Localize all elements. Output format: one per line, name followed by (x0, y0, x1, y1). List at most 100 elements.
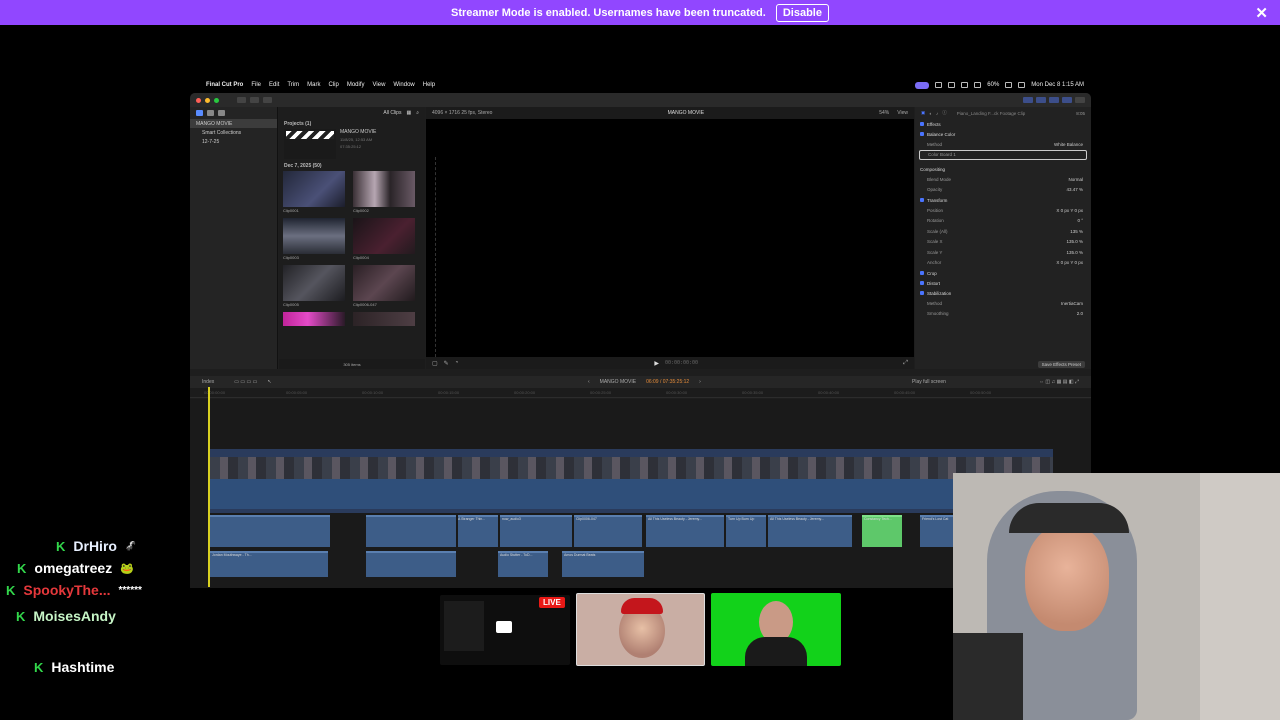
battery-percent[interactable]: 60% (987, 82, 999, 88)
menu-edit[interactable]: Edit (269, 82, 279, 88)
clip-item[interactable]: Clip0003 (283, 218, 345, 262)
clip-filter-dropdown[interactable]: All Clips (383, 110, 401, 116)
clip-item[interactable]: Clip0005 (283, 265, 345, 309)
clip-item[interactable]: Clip0002 (353, 171, 415, 215)
export-button[interactable] (1075, 97, 1085, 103)
photos-icon[interactable] (207, 110, 214, 116)
wifi-icon[interactable] (974, 82, 982, 88)
effects-section[interactable]: Effects (915, 119, 1091, 129)
share-button[interactable] (1023, 97, 1033, 103)
menu-modify[interactable]: Modify (347, 82, 365, 88)
library-toggle-button[interactable] (1036, 97, 1046, 103)
speed-tool-icon[interactable]: ◔ (455, 360, 459, 366)
enhance-tool-icon[interactable]: ✎ (444, 360, 449, 367)
row-value[interactable]: 2.0 (1077, 311, 1083, 316)
menu-mark[interactable]: Mark (307, 82, 320, 88)
status-icon[interactable] (948, 82, 956, 88)
info-inspector-icon[interactable]: ⓘ (942, 110, 947, 116)
clip-item[interactable]: Clip0001 (283, 171, 345, 215)
row-value[interactable]: X 0 px Y 0 px (1056, 260, 1083, 265)
distort-section[interactable]: Distort (915, 278, 1091, 288)
checkbox-icon[interactable] (920, 281, 924, 285)
zoom-window-button[interactable] (214, 97, 219, 103)
position-row[interactable]: Position X 0 px Y 0 px (915, 205, 1091, 216)
timeline-ruler[interactable]: 00:00:00:00 00:00:05:00 00:00:10:00 00:0… (190, 388, 1091, 398)
compositing-section[interactable]: Compositing (915, 164, 1091, 174)
arrow-tool-icon[interactable]: ↖ (267, 379, 271, 385)
inspector-toggle-button[interactable] (1062, 97, 1072, 103)
audio-inspector-icon[interactable]: ♪ (936, 111, 938, 116)
checkbox-icon[interactable] (920, 198, 924, 202)
checkbox-icon[interactable] (920, 271, 924, 275)
connected-clip[interactable] (366, 515, 456, 547)
menu-help[interactable]: Help (423, 82, 435, 88)
row-value[interactable]: InertiaCam (1061, 301, 1083, 306)
background-tasks-button[interactable] (263, 97, 272, 103)
edit-tools-icon[interactable]: ▭ ▭ ▭ ▭ (234, 379, 257, 385)
menubar-clock[interactable]: Mon Dec 8 1:15 AM (1031, 82, 1084, 88)
connected-clip[interactable] (210, 515, 330, 547)
video-canvas[interactable] (426, 119, 914, 357)
row-value[interactable]: 135.0 % (1066, 239, 1083, 244)
video-inspector-icon[interactable]: ▣ (921, 110, 925, 116)
color-board-row[interactable]: Color Board 1 (919, 149, 1087, 160)
disable-button[interactable]: Disable (775, 3, 829, 22)
index-button[interactable]: Index (202, 379, 214, 385)
menu-trim[interactable]: Trim (287, 82, 299, 88)
balance-color-section[interactable]: Balance Color (915, 129, 1091, 139)
search-icon[interactable]: ⌕ (416, 110, 419, 116)
method-row[interactable]: Method White Balance (915, 139, 1091, 150)
fullscreen-icon[interactable]: ⤢ (903, 360, 908, 367)
control-center-icon[interactable] (1018, 82, 1026, 88)
video-filmstrip[interactable] (210, 457, 1053, 479)
crop-section[interactable]: Crop (915, 268, 1091, 278)
timeline-toggle-button[interactable] (1049, 97, 1059, 103)
project-item[interactable]: MANGO MOVIE 11/8/25, 12:53 AM 07:35:25:1… (279, 129, 425, 161)
event-header[interactable]: Dec 7, 2025 (50) (279, 161, 425, 171)
menu-window[interactable]: Window (393, 82, 414, 88)
smoothing-row[interactable]: Smoothing 2.0 (915, 309, 1091, 320)
menu-view[interactable]: View (373, 82, 386, 88)
playhead[interactable] (208, 387, 210, 587)
primary-storyline[interactable] (210, 449, 1053, 513)
audio-waveform[interactable] (210, 479, 1053, 509)
color-inspector-icon[interactable]: ◐ (929, 111, 932, 116)
clip-item[interactable] (283, 312, 345, 356)
play-icon[interactable]: ▶ (654, 360, 659, 367)
row-value[interactable]: Normal (1068, 177, 1083, 182)
clip-item[interactable]: Clip0004 (353, 218, 415, 262)
menu-clip[interactable]: Clip (328, 82, 338, 88)
close-window-button[interactable] (196, 97, 201, 103)
library-item[interactable]: 12-7-25 (190, 137, 277, 146)
anchor-row[interactable]: Anchor X 0 px Y 0 px (915, 258, 1091, 269)
status-icon[interactable] (961, 82, 969, 88)
library-item[interactable]: Smart Collections (190, 128, 277, 137)
row-value[interactable]: 0 ° (1077, 218, 1083, 223)
row-value[interactable]: White Balance (1054, 142, 1083, 147)
view-options-icon[interactable]: ▦ (406, 110, 411, 116)
library-icon[interactable] (196, 110, 203, 116)
row-value[interactable]: X 0 px Y 0 px (1056, 208, 1083, 213)
projects-header[interactable]: Projects (1) (279, 119, 425, 129)
menu-file[interactable]: File (251, 82, 261, 88)
scale-x-row[interactable]: Scale X 135.0 % (915, 237, 1091, 248)
status-icon[interactable] (935, 82, 943, 88)
stabilization-method-row[interactable]: Method InertiaCam (915, 298, 1091, 309)
back-icon[interactable]: ‹ (588, 379, 590, 385)
transform-section[interactable]: Transform (915, 195, 1091, 205)
zoom-dropdown[interactable]: 54% (879, 110, 889, 116)
scale-all-row[interactable]: Scale (All) 135 % (915, 226, 1091, 237)
clip-item[interactable]: Clip0006-047 (353, 265, 415, 309)
battery-icon[interactable] (1005, 82, 1013, 88)
keyword-button[interactable] (250, 97, 259, 103)
checkbox-icon[interactable] (920, 132, 924, 136)
import-button[interactable] (237, 97, 246, 103)
titles-icon[interactable] (218, 110, 225, 116)
stabilization-section[interactable]: Stabilization (915, 288, 1091, 298)
audio-skimming-icon[interactable]: ⇔ ◫ ♫ ▦ ▤ ◧ ⤢ (1039, 379, 1079, 385)
connected-clip[interactable] (366, 551, 456, 577)
menu-app-name[interactable]: Final Cut Pro (206, 82, 243, 88)
blend-mode-row[interactable]: Blend Mode Normal (915, 174, 1091, 185)
opacity-row[interactable]: Opacity 43.47 % (915, 185, 1091, 196)
scale-y-row[interactable]: Scale Y 135.0 % (915, 247, 1091, 258)
